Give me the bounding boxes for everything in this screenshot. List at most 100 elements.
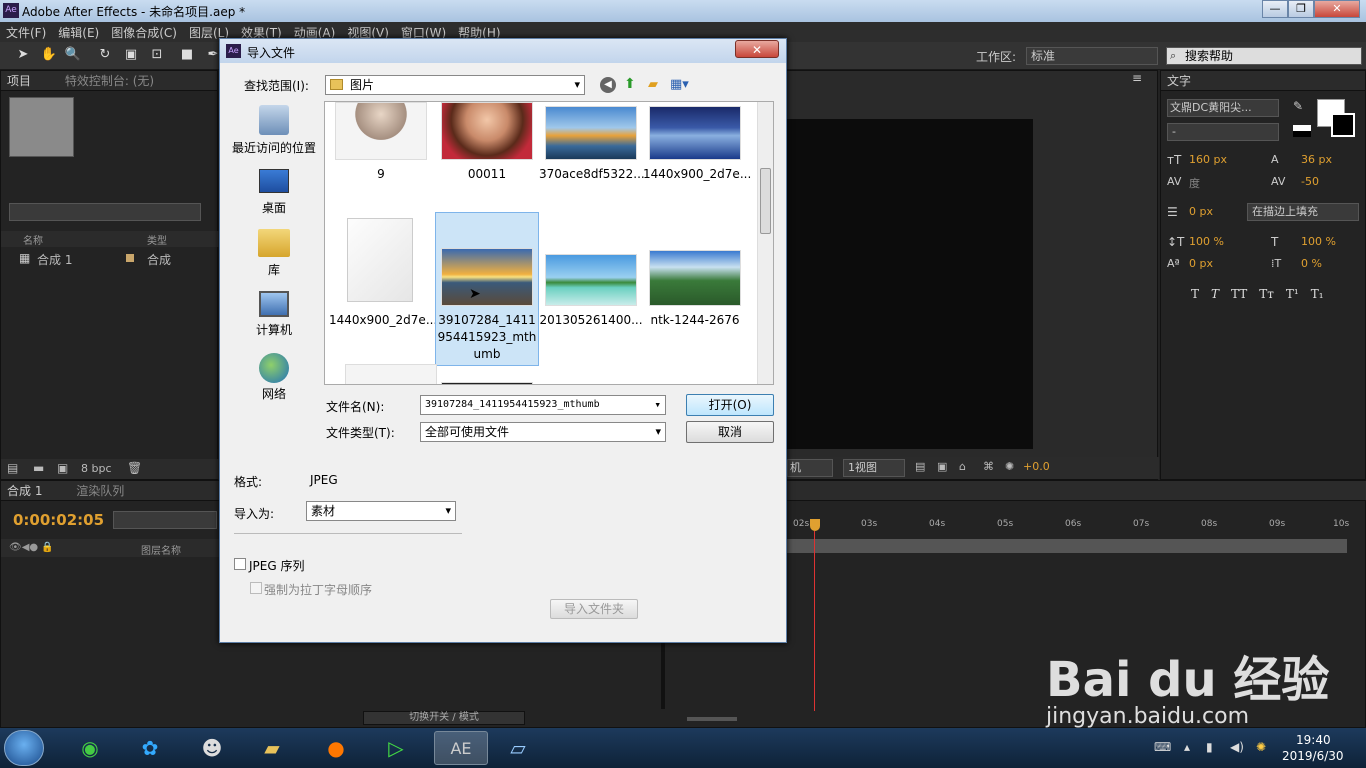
place-library[interactable]: 库 xyxy=(226,229,322,279)
minimize-button[interactable]: — xyxy=(1262,0,1288,18)
rectangle-tool-icon[interactable]: ■ xyxy=(178,46,196,64)
keyboard-icon[interactable]: ⌨ xyxy=(1154,740,1171,754)
file-thumbnail[interactable] xyxy=(335,102,427,160)
baseline-shift-value[interactable]: 0 px xyxy=(1189,257,1213,270)
subscript-button[interactable]: T₁ xyxy=(1311,287,1324,301)
file-thumbnail[interactable] xyxy=(545,106,637,160)
after-effects-taskbar-icon[interactable]: AE xyxy=(434,731,488,765)
zoom-slider[interactable] xyxy=(687,717,737,721)
stroke-width-value[interactable]: 0 px xyxy=(1189,205,1213,218)
place-network[interactable]: 网络 xyxy=(226,353,322,403)
pan-behind-tool-icon[interactable]: ⊡ xyxy=(148,46,166,64)
up-folder-icon[interactable]: ⬆ xyxy=(624,76,636,92)
file-list-scrollbar[interactable] xyxy=(757,102,773,384)
character-tab[interactable]: 文字 xyxy=(1161,71,1365,91)
open-button[interactable]: 打开(O) xyxy=(686,394,774,416)
file-list[interactable]: 9 00011 370ace8df5322... 1440x900_2d7e..… xyxy=(324,101,774,385)
interpret-footage-icon[interactable]: ▤ xyxy=(7,461,18,475)
place-computer[interactable]: 计算机 xyxy=(226,291,322,341)
leading-value[interactable]: 36 px xyxy=(1301,153,1332,166)
import-as-select[interactable]: 素材 xyxy=(306,501,456,521)
network-tray-icon[interactable]: ▮ xyxy=(1206,740,1213,754)
close-button[interactable]: ✕ xyxy=(1314,0,1360,18)
start-button[interactable] xyxy=(4,730,44,766)
back-icon[interactable]: ◀ xyxy=(600,77,616,93)
stroke-mode-select[interactable]: 在描边上填充 xyxy=(1247,203,1359,221)
work-area-bar[interactable] xyxy=(787,539,1347,553)
firefox-icon[interactable]: ● xyxy=(314,731,358,765)
scrollbar-thumb[interactable] xyxy=(760,168,771,234)
menu-edit[interactable]: 编辑(E) xyxy=(52,22,105,43)
tray-arrow-icon[interactable]: ▴ xyxy=(1184,740,1190,754)
alphabetical-order-checkbox[interactable] xyxy=(250,582,262,594)
kerning-value[interactable]: 度 xyxy=(1189,175,1200,191)
col-type[interactable]: 类型 xyxy=(147,232,167,247)
viewer-menu-icon[interactable]: ≡ xyxy=(1132,71,1142,85)
trash-icon[interactable]: 🗑 xyxy=(127,461,142,475)
camera-select[interactable]: 机 xyxy=(787,459,833,477)
tracking-value[interactable]: -50 xyxy=(1301,175,1319,188)
workspace-select[interactable]: 标准 xyxy=(1026,47,1158,65)
col-name[interactable]: 名称 xyxy=(23,232,43,247)
new-comp-icon[interactable]: ▣ xyxy=(57,461,68,475)
exposure-icon[interactable]: ✺ xyxy=(1005,460,1014,473)
toggle-transparency-icon[interactable]: ▤ xyxy=(915,460,925,473)
faux-italic-button[interactable]: T xyxy=(1211,287,1219,301)
qq-icon[interactable]: ☻ xyxy=(190,731,234,765)
notepad-icon[interactable]: ▱ xyxy=(496,731,540,765)
project-tab[interactable]: 项目 xyxy=(7,74,31,88)
explorer-icon[interactable]: ▰ xyxy=(250,731,294,765)
swap-colors-icon[interactable] xyxy=(1293,125,1311,137)
region-of-interest-icon[interactable]: ▣ xyxy=(937,460,947,473)
tsume-value[interactable]: 0 % xyxy=(1301,257,1322,270)
360-browser-icon[interactable]: ◉ xyxy=(68,731,112,765)
project-item-row[interactable]: ▦ 合成 1 合成 xyxy=(1,249,219,267)
menu-file[interactable]: 文件(F) xyxy=(0,22,52,43)
new-folder-icon[interactable]: ▰ xyxy=(648,77,658,92)
stroke-color-swatch[interactable] xyxy=(1331,113,1355,137)
video-editor-icon[interactable]: ▷ xyxy=(374,731,418,765)
search-help-input[interactable]: 搜索帮助 xyxy=(1166,47,1362,65)
rotate-tool-icon[interactable]: ↻ xyxy=(96,46,114,64)
horizontal-scale-value[interactable]: 100 % xyxy=(1301,235,1336,248)
weather-icon[interactable]: ✺ xyxy=(1256,740,1266,754)
toggle-switches-modes-button[interactable]: 切换开关 / 模式 xyxy=(363,711,525,725)
viewer-canvas[interactable] xyxy=(787,119,1033,449)
file-thumbnail[interactable] xyxy=(441,248,533,306)
clock-date[interactable]: 2019/6/30 xyxy=(1282,749,1344,763)
flowchart-icon[interactable]: ⌘ xyxy=(983,460,994,473)
time-ruler[interactable]: 02s 03s 04s 05s 06s 07s 08s 09s 10s xyxy=(787,511,1349,533)
timeline-comp-tab[interactable]: 合成 1 xyxy=(7,484,42,498)
import-folder-button[interactable]: 导入文件夹 xyxy=(550,599,638,619)
file-thumbnail[interactable] xyxy=(649,106,741,160)
font-size-value[interactable]: 160 px xyxy=(1189,153,1227,166)
volume-icon[interactable]: ◀) xyxy=(1230,740,1244,754)
timeline-search-input[interactable] xyxy=(113,511,217,529)
exposure-value[interactable]: +0.0 xyxy=(1023,460,1050,473)
view-menu-icon[interactable]: ▦▾ xyxy=(670,77,689,92)
file-thumbnail[interactable] xyxy=(441,382,533,384)
place-recent[interactable]: 最近访问的位置 xyxy=(226,105,322,161)
file-thumbnail[interactable] xyxy=(649,250,741,306)
media-player-icon[interactable]: ✿ xyxy=(128,731,172,765)
timecode-display[interactable]: 0:00:02:05 xyxy=(13,511,104,529)
selection-tool-icon[interactable]: ➤ xyxy=(14,46,32,64)
clock-time[interactable]: 19:40 xyxy=(1296,733,1331,747)
effects-control-tab[interactable]: 特效控制台: (无) xyxy=(65,74,154,88)
maximize-button[interactable]: ❐ xyxy=(1288,0,1314,18)
zoom-tool-icon[interactable]: 🔍 xyxy=(64,46,82,64)
faux-bold-button[interactable]: T xyxy=(1191,287,1199,301)
look-in-select[interactable]: 图片 xyxy=(325,75,585,95)
all-caps-button[interactable]: TT xyxy=(1231,287,1247,301)
file-thumbnail[interactable] xyxy=(345,364,437,384)
filetype-select[interactable]: 全部可使用文件 xyxy=(420,422,666,442)
bpc-label[interactable]: 8 bpc xyxy=(81,462,112,475)
dialog-close-button[interactable]: ✕ xyxy=(735,40,779,58)
filename-input[interactable]: 39107284_1411954415923_mthumb xyxy=(420,395,666,415)
superscript-button[interactable]: T¹ xyxy=(1286,287,1299,301)
hand-tool-icon[interactable]: ✋ xyxy=(40,46,58,64)
render-queue-tab[interactable]: 渲染队列 xyxy=(76,484,124,498)
views-select[interactable]: 1视图 xyxy=(843,459,905,477)
font-family-select[interactable]: 文鼎DC黄阳尖... xyxy=(1167,99,1279,117)
new-folder-icon[interactable]: ▬ xyxy=(33,461,44,475)
